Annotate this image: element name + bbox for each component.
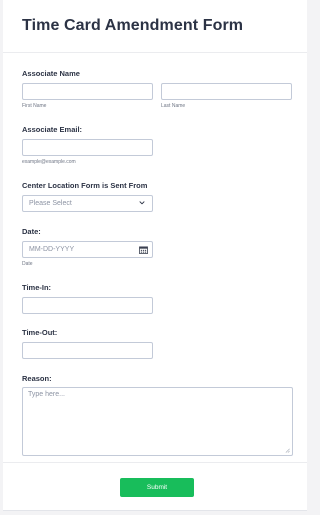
- page-title: Time Card Amendment Form: [22, 17, 244, 34]
- time-in-label: Time-In:: [22, 283, 52, 292]
- reason-label: Reason:: [22, 374, 52, 383]
- date-input[interactable]: MM-DD-YYYY: [22, 241, 153, 258]
- time-out-label: Time-Out:: [22, 328, 58, 337]
- reason-textarea[interactable]: Type here...: [22, 387, 293, 456]
- time-out-input[interactable]: [22, 342, 153, 359]
- center-location-select[interactable]: Please Select: [22, 195, 153, 212]
- form-card: Time Card Amendment Form Associate Name …: [3, 0, 307, 511]
- email-sublabel: example@example.com: [22, 159, 76, 165]
- date-label: Date:: [22, 227, 41, 236]
- form-footer-divider: [3, 462, 307, 463]
- email-field[interactable]: [22, 139, 153, 156]
- resize-handle-icon[interactable]: [285, 448, 290, 453]
- date-sublabel: Date: [22, 261, 33, 267]
- submit-button[interactable]: Submit: [120, 478, 194, 497]
- date-placeholder: MM-DD-YYYY: [29, 246, 75, 253]
- associate-name-label: Associate Name: [22, 69, 80, 78]
- calendar-icon[interactable]: [139, 246, 148, 254]
- form-header: Time Card Amendment Form: [3, 0, 307, 53]
- time-in-input[interactable]: [22, 297, 153, 314]
- last-name-sublabel: Last Name: [161, 103, 186, 109]
- first-name-sublabel: First Name: [22, 103, 47, 109]
- last-name-input[interactable]: [161, 83, 292, 100]
- first-name-input[interactable]: [22, 83, 153, 100]
- center-location-label: Center Location Form is Sent From: [22, 181, 148, 190]
- reason-placeholder: Type here...: [28, 391, 65, 398]
- associate-email-label: Associate Email:: [22, 125, 83, 134]
- center-location-selected: Please Select: [29, 200, 72, 207]
- chevron-down-icon: [139, 201, 145, 205]
